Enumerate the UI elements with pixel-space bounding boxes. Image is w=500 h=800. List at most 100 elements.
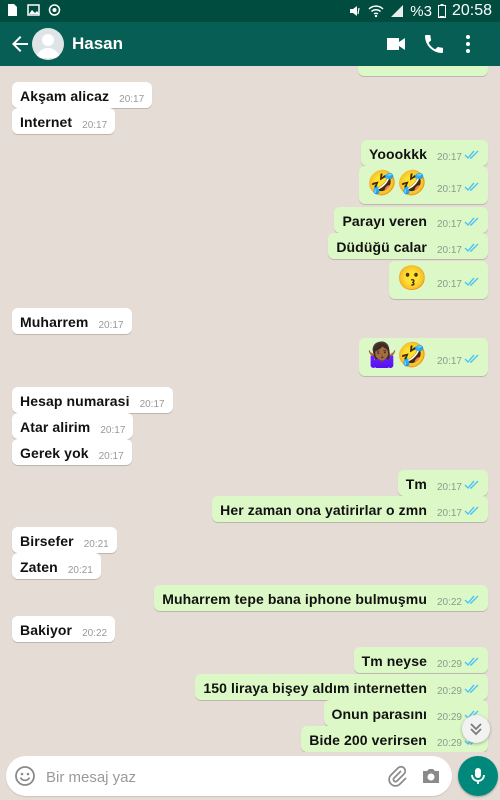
message-time: 20:17 <box>98 320 124 331</box>
double-check-icon <box>464 150 479 160</box>
chevron-double-down-icon <box>470 723 482 736</box>
message-time: 20:17 <box>436 245 462 256</box>
message-time: 20:17 <box>436 482 462 493</box>
message-text: Gerek yok <box>20 445 89 461</box>
double-check-icon <box>464 595 479 605</box>
contact-name[interactable]: Hasan <box>72 34 123 54</box>
message-bubble-outgoing[interactable]: 🤷🏾‍♀️🤣 20:17 <box>359 338 488 376</box>
message-time: 20:21 <box>83 539 109 550</box>
message-time: 20:29 <box>436 738 462 749</box>
message-time: 20:29 <box>436 712 462 723</box>
double-check-icon <box>464 657 479 667</box>
message-bubble-outgoing[interactable]: 🤣🤣 20:17 <box>359 166 488 204</box>
message-text: Tm neyse <box>361 653 427 669</box>
message-bubble-outgoing[interactable] <box>358 66 488 76</box>
double-check-icon <box>464 354 479 364</box>
message-time: 20:22 <box>82 628 108 639</box>
status-notification-icons <box>6 3 61 17</box>
message-text: Bide 200 verirsen <box>309 732 427 748</box>
camera-icon[interactable] <box>420 765 442 787</box>
gallery-icon <box>27 4 40 16</box>
message-text: Onun parasını <box>331 706 427 722</box>
message-bubble-outgoing[interactable]: Tm neyse 20:29 <box>353 647 488 673</box>
message-text: Internet <box>20 114 73 130</box>
message-time: 20:21 <box>67 565 93 576</box>
message-text: Düdüğü calar <box>336 239 427 255</box>
default-avatar-icon <box>36 34 60 58</box>
message-bubble-incoming[interactable]: Muharrem 20:17 <box>12 308 132 334</box>
status-system-icons: %3 20:58 <box>348 2 492 20</box>
status-bar: %3 20:58 <box>0 0 500 22</box>
phone-icon[interactable] <box>422 32 446 56</box>
double-check-icon <box>464 506 479 516</box>
arrow-left-icon[interactable] <box>8 32 32 56</box>
message-text: Yoookkk <box>368 146 427 162</box>
message-text: Muharrem tepe bana iphone bulmuşmu <box>162 591 427 607</box>
signal-icon <box>391 5 404 17</box>
message-bubble-outgoing[interactable]: Her zaman ona yatirirlar o zmn 20:17 <box>212 496 488 522</box>
message-time: 20:17 <box>436 279 462 290</box>
message-list[interactable]: Akşam alicaz 20:17 Internet 20:17 Yoookkk 2… <box>0 66 500 752</box>
voice-message-button[interactable] <box>458 756 498 796</box>
message-emoji: 🤣🤣 <box>367 170 427 197</box>
message-time: 20:17 <box>139 399 165 410</box>
paperclip-icon[interactable] <box>386 765 408 787</box>
mute-icon <box>350 6 360 16</box>
battery-icon <box>437 4 446 18</box>
message-text: Muharrem <box>20 314 89 330</box>
message-time: 20:17 <box>436 184 462 195</box>
battery-percent: %3 <box>410 2 432 20</box>
message-bubble-outgoing[interactable]: 150 liraya bişey aldım internetten 20:29 <box>195 674 488 700</box>
message-bubble-incoming[interactable]: Hesap numarasi 20:17 <box>12 387 173 413</box>
message-bubble-incoming[interactable]: Birsefer 20:21 <box>12 527 117 553</box>
message-text: Atar alirim <box>20 419 91 435</box>
message-time: 20:17 <box>436 508 462 519</box>
scroll-to-bottom-button[interactable] <box>462 715 490 743</box>
message-text: Akşam alicaz <box>20 88 110 104</box>
avatar[interactable] <box>32 28 64 60</box>
message-bubble-outgoing[interactable]: Tm 20:17 <box>397 470 488 496</box>
more-vert-icon[interactable] <box>456 32 480 56</box>
double-check-icon <box>464 684 479 694</box>
message-time: 20:17 <box>98 451 124 462</box>
double-check-icon <box>464 243 479 253</box>
message-text: Zaten <box>20 559 58 575</box>
message-time: 20:17 <box>119 94 145 105</box>
microphone-icon <box>471 768 485 784</box>
message-bubble-outgoing[interactable]: Parayı veren 20:17 <box>334 207 488 233</box>
message-bubble-outgoing[interactable]: Düdüğü calar 20:17 <box>328 233 488 259</box>
message-time: 20:17 <box>436 356 462 367</box>
message-text: Parayı veren <box>342 213 427 229</box>
message-time: 20:22 <box>436 597 462 608</box>
message-text: Birsefer <box>20 533 74 549</box>
whatsapp-notification-icon <box>48 4 61 16</box>
message-bubble-incoming[interactable]: Bakiyor 20:22 <box>12 616 116 642</box>
chat-header: Hasan <box>0 22 500 66</box>
double-check-icon <box>464 277 479 287</box>
message-bubble-outgoing[interactable]: Bide 200 verirsen 20:29 <box>301 726 488 752</box>
message-time: 20:17 <box>436 219 462 230</box>
message-time: 20:29 <box>436 686 462 697</box>
message-bubble-outgoing[interactable]: Muharrem tepe bana iphone bulmuşmu 20:22 <box>154 585 488 611</box>
video-camera-icon[interactable] <box>384 32 408 56</box>
message-text: Hesap numarasi <box>20 393 130 409</box>
clock: 20:58 <box>451 2 492 19</box>
message-bubble-incoming[interactable]: Atar alirim 20:17 <box>12 413 134 439</box>
message-emoji: 😗 <box>397 265 427 292</box>
message-time: 20:17 <box>436 152 462 163</box>
double-check-icon <box>464 480 479 490</box>
message-time: 20:29 <box>436 659 462 670</box>
double-check-icon <box>464 182 479 192</box>
double-check-icon <box>464 217 479 227</box>
message-text: Tm <box>405 476 427 492</box>
message-bubble-incoming[interactable]: Zaten 20:21 <box>12 553 101 579</box>
message-bubble-outgoing[interactable]: Yoookkk 20:17 <box>360 140 488 166</box>
sim-card-icon <box>8 4 17 16</box>
message-bubble-incoming[interactable]: Akşam alicaz 20:17 <box>12 82 153 108</box>
message-bubble-incoming[interactable]: Gerek yok 20:17 <box>12 439 132 465</box>
message-bubble-incoming[interactable]: Internet 20:17 <box>12 108 116 134</box>
message-time: 20:17 <box>82 120 108 131</box>
message-input[interactable] <box>44 762 378 792</box>
smiley-icon[interactable] <box>14 765 36 787</box>
message-bubble-outgoing[interactable]: 😗 20:17 <box>389 261 488 299</box>
